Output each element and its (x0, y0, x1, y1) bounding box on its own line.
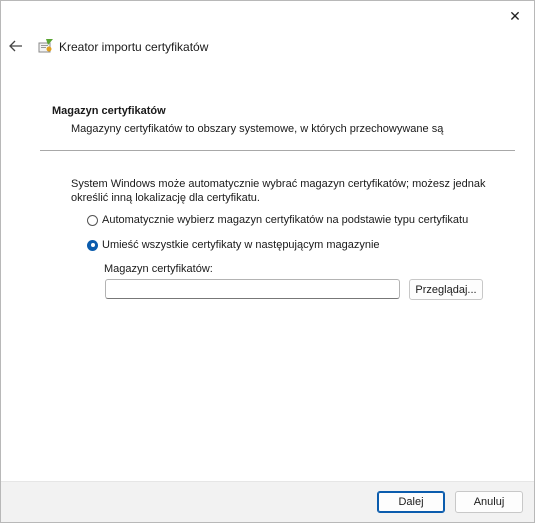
close-icon: ✕ (509, 7, 521, 24)
section-description: Magazyny certyfikatów to obszary systemo… (71, 123, 444, 135)
certificate-import-wizard-window: ✕ Kreator importu certyfikatów Magazyn c… (0, 0, 535, 523)
radio-place-in-store-label: Umieść wszystkie certyfikaty w następują… (102, 239, 380, 251)
next-button[interactable]: Dalej (377, 491, 445, 513)
radio-auto-select-label: Automatycznie wybierz magazyn certyfikat… (102, 214, 469, 226)
window-title: Kreator importu certyfikatów (59, 40, 209, 54)
close-button[interactable]: ✕ (502, 5, 528, 27)
back-button[interactable] (7, 36, 25, 56)
divider (40, 150, 515, 151)
browse-button[interactable]: Przeglądaj... (409, 279, 483, 300)
section-title: Magazyn certyfikatów (52, 105, 166, 117)
back-arrow-icon (9, 40, 22, 52)
radio-place-in-store[interactable]: Umieść wszystkie certyfikaty w następują… (87, 239, 380, 251)
radio-auto-select[interactable]: Automatycznie wybierz magazyn certyfikat… (87, 214, 468, 226)
store-input[interactable] (105, 279, 400, 299)
radio-button-unchecked[interactable] (87, 214, 98, 226)
cancel-button[interactable]: Anuluj (455, 491, 523, 513)
store-field-label: Magazyn certyfikatów: (104, 263, 213, 275)
intro-text: System Windows może automatycznie wybrać… (71, 178, 486, 204)
certificate-wizard-icon (38, 39, 53, 53)
radio-button-checked[interactable] (87, 239, 98, 251)
